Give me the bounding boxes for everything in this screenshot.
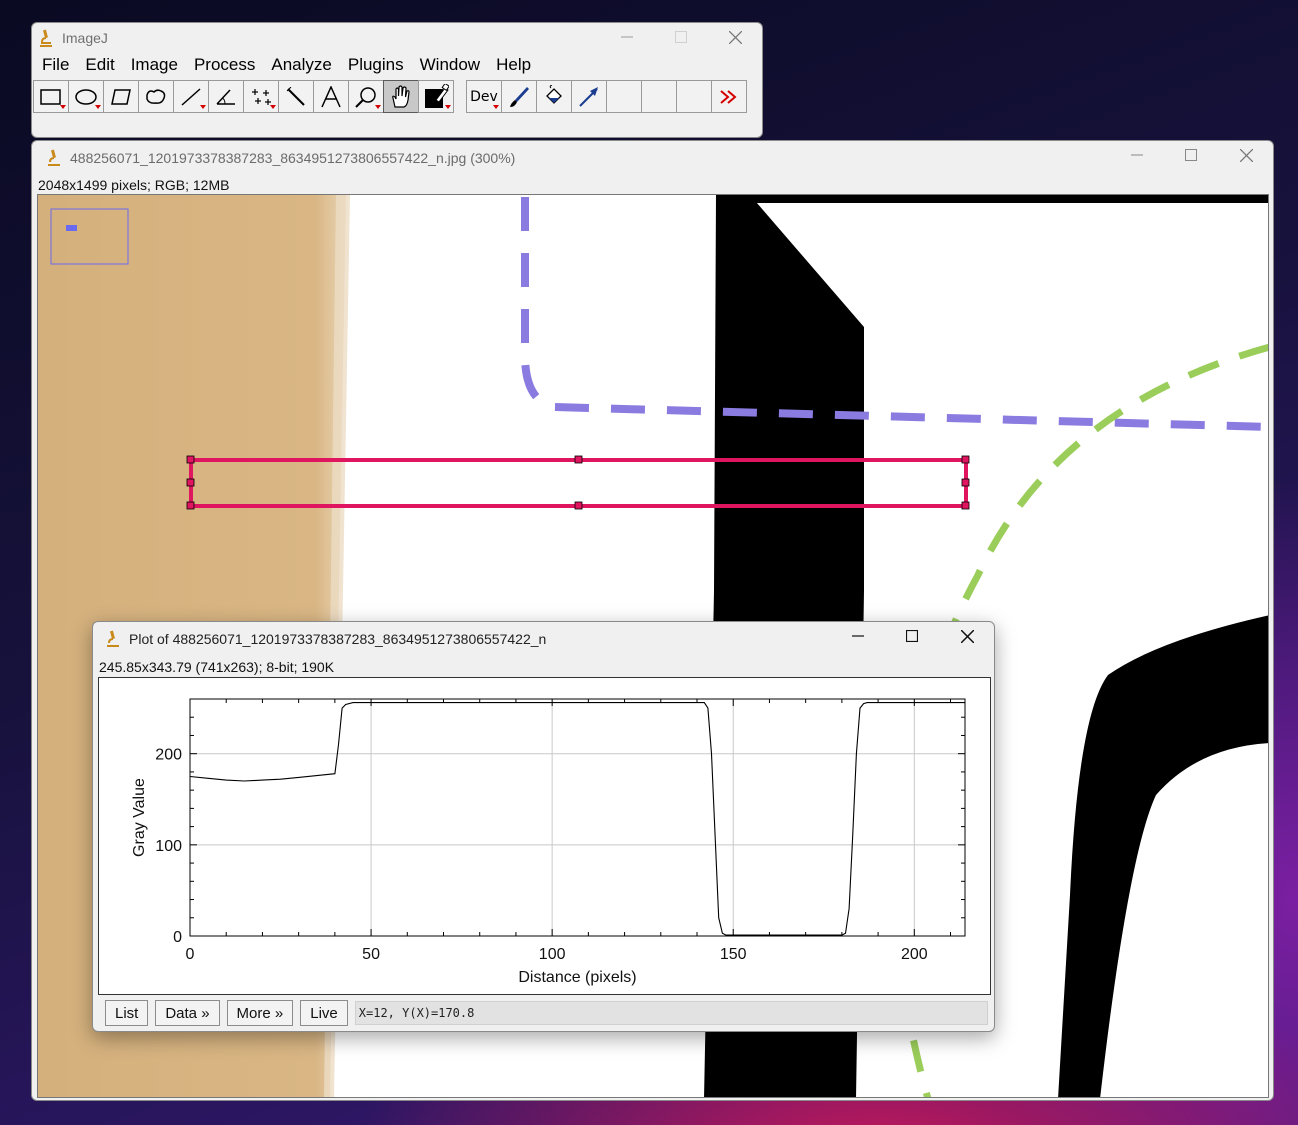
more-button[interactable]: More » — [226, 1000, 294, 1026]
wand-tool[interactable] — [278, 80, 314, 113]
menu-file[interactable]: File — [34, 54, 77, 76]
arrow-tool-icon — [579, 86, 598, 107]
menu-window[interactable]: Window — [412, 54, 488, 76]
flood-filler-tool-icon — [546, 84, 562, 104]
color-picker-tool[interactable] — [418, 80, 454, 113]
close-icon — [960, 629, 974, 643]
empty-tool-slot-3 — [676, 80, 712, 113]
plot-button-row: List Data » More » Live X=12, Y(X)=170.8 — [105, 1000, 988, 1026]
maximize-button[interactable] — [658, 23, 704, 51]
imagej-microscope-icon — [40, 29, 52, 47]
x-axis-label: Distance (pixels) — [518, 969, 636, 986]
y-axis-label: Gray Value — [131, 778, 148, 857]
maximize-icon — [675, 31, 687, 43]
menu-analyze[interactable]: Analyze — [263, 54, 339, 76]
data-button[interactable]: Data » — [155, 1000, 220, 1026]
angle-tool-icon — [216, 88, 235, 105]
straight-line-tool-icon — [181, 87, 201, 106]
wand-tool-icon — [286, 86, 305, 106]
freehand-tool-icon — [146, 88, 166, 104]
maximize-icon — [1185, 149, 1197, 161]
profile-line — [189, 702, 965, 936]
oval-tool-icon — [75, 88, 97, 105]
multi-point-tool[interactable] — [243, 80, 279, 113]
brush-tool-icon — [510, 86, 529, 107]
tool-bar: Dev — [32, 80, 747, 113]
plot-close-button[interactable] — [944, 622, 990, 650]
hand-tool[interactable] — [383, 80, 419, 113]
plot-minimize-button[interactable] — [835, 622, 881, 650]
close-icon — [728, 30, 742, 44]
x-tick-label: 0 — [186, 946, 195, 963]
plot-status-readout: X=12, Y(X)=170.8 — [354, 1001, 988, 1025]
imagej-main-window: ImageJ File Edit Image Process Analyze P… — [31, 22, 763, 138]
oval-tool[interactable] — [68, 80, 104, 113]
image-info: 2048x1499 pixels; RGB; 12MB — [38, 177, 230, 193]
plot-window: Plot of 488256071_1201973378387283_86349… — [92, 621, 995, 1032]
polygon-tool-icon — [111, 88, 131, 105]
developer-menu-tool[interactable]: Dev — [466, 80, 502, 113]
text-tool[interactable] — [313, 80, 349, 113]
maximize-icon — [906, 630, 918, 642]
profile-plot-svg: 0 50 100 150 200 0 100 200 Distance (pixels) Gr… — [131, 698, 966, 986]
minimize-icon — [852, 635, 864, 637]
minimize-button[interactable] — [604, 23, 650, 51]
profile-plot[interactable]: 0 50 100 150 200 0 100 200 Distance (pixels) Gr… — [98, 677, 991, 995]
rectangle-tool[interactable] — [33, 80, 69, 113]
brush-tool[interactable] — [501, 80, 537, 113]
image-window-title: 488256071_1201973378387283_8634951273806… — [70, 150, 516, 166]
empty-tool-slot-2 — [641, 80, 677, 113]
menu-edit[interactable]: Edit — [77, 54, 122, 76]
rectangle-tool-icon — [40, 88, 61, 105]
minimize-icon — [1131, 154, 1143, 156]
menu-process[interactable]: Process — [186, 54, 263, 76]
empty-tool-slot-1 — [606, 80, 642, 113]
x-tick-label: 150 — [720, 946, 747, 963]
polygon-tool[interactable] — [103, 80, 139, 113]
text-tool-icon — [321, 85, 341, 107]
x-tick-label: 50 — [362, 946, 380, 963]
imagej-microscope-icon — [107, 630, 119, 647]
freehand-tool[interactable] — [138, 80, 174, 113]
menu-help[interactable]: Help — [488, 54, 539, 76]
arrow-tool[interactable] — [571, 80, 607, 113]
magnifying-glass-tool[interactable] — [348, 80, 384, 113]
x-tick-label: 200 — [901, 946, 928, 963]
menu-plugins[interactable]: Plugins — [340, 54, 412, 76]
imagej-microscope-icon — [48, 149, 60, 166]
close-button[interactable] — [712, 23, 758, 51]
list-button[interactable]: List — [105, 1000, 149, 1026]
main-title-bar[interactable]: ImageJ — [32, 23, 762, 53]
y-tick-label: 200 — [155, 747, 182, 764]
image-title-bar[interactable]: 488256071_1201973378387283_8634951273806… — [32, 141, 1273, 175]
y-tick-label: 0 — [173, 929, 182, 946]
flood-filler-tool[interactable] — [536, 80, 572, 113]
straight-line-tool[interactable] — [173, 80, 209, 113]
x-tick-label: 100 — [539, 946, 566, 963]
menu-bar: File Edit Image Process Analyze Plugins … — [32, 54, 762, 76]
developer-menu-icon: Dev — [470, 88, 498, 105]
live-button[interactable]: Live — [300, 1000, 348, 1026]
plot-info: 245.85x343.79 (741x263); 8-bit; 190K — [99, 659, 335, 675]
more-tools-icon — [720, 89, 737, 104]
image-minimize-button[interactable] — [1114, 141, 1160, 169]
image-maximize-button[interactable] — [1168, 141, 1214, 169]
plot-frame — [189, 698, 966, 937]
close-icon — [1239, 148, 1253, 162]
multi-point-tool-icon — [252, 88, 271, 105]
plot-maximize-button[interactable] — [889, 622, 935, 650]
image-close-button[interactable] — [1223, 141, 1269, 169]
plot-window-title: Plot of 488256071_1201973378387283_86349… — [129, 631, 547, 647]
angle-tool[interactable] — [208, 80, 244, 113]
main-window-title: ImageJ — [62, 30, 108, 46]
more-tools-button[interactable] — [711, 80, 747, 113]
hand-tool-icon — [392, 84, 410, 108]
minimize-icon — [621, 36, 633, 38]
menu-image[interactable]: Image — [123, 54, 186, 76]
y-tick-label: 100 — [155, 838, 182, 855]
